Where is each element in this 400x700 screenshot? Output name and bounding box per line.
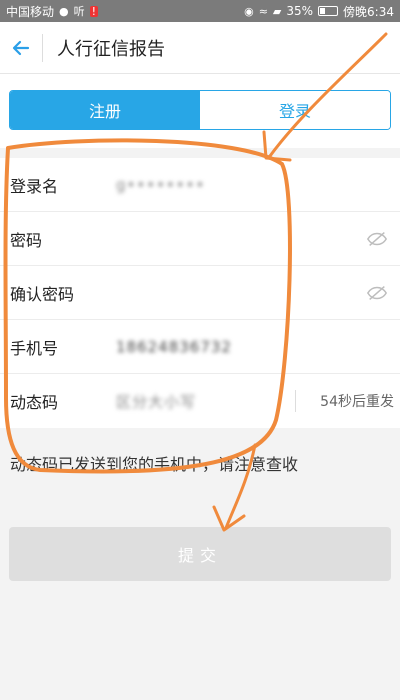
tab-register[interactable]: 注册 xyxy=(10,91,200,129)
page-title: 人行征信报告 xyxy=(57,38,165,60)
sms-notice: 动态码已发送到您的手机中，请注意查收 xyxy=(10,455,299,474)
tabs-section: 注册 登录 xyxy=(0,74,400,148)
registration-form: 登录名 g•••••••• 密码 确认密码 手机号 18624836732 动态… xyxy=(0,158,400,428)
code-label: 动态码 xyxy=(10,393,59,412)
eye-off-icon[interactable] xyxy=(366,229,388,249)
resend-button[interactable]: 54秒后重发 xyxy=(320,391,394,411)
form-row-password[interactable]: 密码 xyxy=(0,212,400,266)
username-input[interactable]: g•••••••• xyxy=(116,176,400,194)
status-bar: 中国移动 ● 听 ! ◉ ≈ ▰ 35% 傍晚6:34 xyxy=(0,0,400,22)
auth-tabs: 注册 登录 xyxy=(9,90,391,130)
password-label: 密码 xyxy=(10,230,43,250)
phone-label: 手机号 xyxy=(10,338,59,358)
back-button[interactable] xyxy=(0,22,42,74)
app-header: 人行征信报告 xyxy=(0,22,400,74)
eye-status-icon: ◉ xyxy=(244,4,254,18)
carrier-text: 中国移动 xyxy=(6,4,55,19)
code-divider xyxy=(295,390,296,412)
form-row-phone[interactable]: 手机号 18624836732 xyxy=(0,320,400,374)
chat-icon: ● xyxy=(59,4,69,18)
header-divider xyxy=(42,33,43,62)
form-row-confirm-password[interactable]: 确认密码 xyxy=(0,266,400,320)
listen-icon: 听 xyxy=(73,4,85,18)
form-row-username[interactable]: 登录名 g•••••••• xyxy=(0,158,400,212)
tab-login[interactable]: 登录 xyxy=(200,91,390,129)
eye-off-icon[interactable] xyxy=(366,283,388,303)
phone-input[interactable]: 18624836732 xyxy=(116,338,400,356)
back-arrow-icon xyxy=(12,40,30,55)
confirm-password-label: 确认密码 xyxy=(10,284,75,304)
battery-icon xyxy=(318,6,339,16)
battery-percent: 35% xyxy=(286,4,314,18)
username-label: 登录名 xyxy=(10,176,59,196)
wifi-icon: ≈ xyxy=(258,4,268,18)
form-row-code[interactable]: 动态码 区分大小写 54秒后重发 xyxy=(0,374,400,428)
status-left: 中国移动 ● 听 ! xyxy=(6,3,99,20)
notification-badge-icon: ! xyxy=(89,4,99,18)
status-right: ◉ ≈ ▰ 35% 傍晚6:34 xyxy=(244,3,394,20)
signal-icon: ▰ xyxy=(272,4,282,18)
submit-button[interactable]: 提交 xyxy=(9,527,391,581)
time-text: 傍晚6:34 xyxy=(343,4,394,19)
